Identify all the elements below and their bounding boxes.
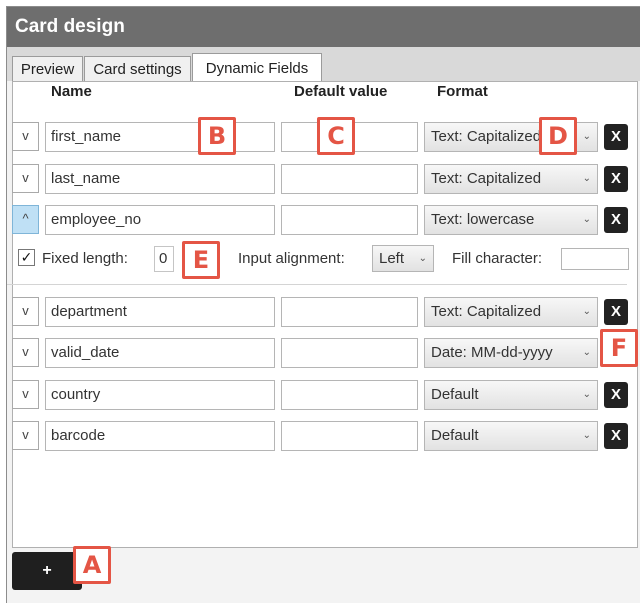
field-row: v department Text: Capitalized ⌄ X xyxy=(0,297,640,329)
field-row: v country Default ⌄ X xyxy=(0,380,640,412)
field-row: v valid_date Date: MM-dd-yyyy⌄ X xyxy=(0,338,640,370)
chevron-down-icon: ⌄ xyxy=(582,347,591,358)
format-select[interactable]: Text: Capitalized ⌄ xyxy=(424,297,598,327)
chevron-down-icon: ⌄ xyxy=(582,389,591,400)
callout-c: C xyxy=(317,117,355,155)
fixed-length-checkbox[interactable]: ✓ xyxy=(18,249,35,266)
expand-toggle-button[interactable]: v xyxy=(12,380,39,409)
delete-field-button[interactable]: X xyxy=(604,124,628,150)
callout-b: B xyxy=(198,117,236,155)
chevron-down-icon: ⌄ xyxy=(582,214,591,225)
format-select-value: Default xyxy=(431,427,479,444)
field-row: ^ employee_no Text: lowercase ⌄ X xyxy=(0,205,640,237)
field-name-input[interactable]: last_name xyxy=(45,164,275,194)
delete-field-button[interactable]: X xyxy=(604,166,628,192)
field-name-input[interactable]: barcode xyxy=(45,421,275,451)
default-value-input[interactable] xyxy=(281,421,418,451)
format-select-value: Text: Capitalized xyxy=(431,128,542,145)
callout-f: F xyxy=(600,329,638,367)
fixed-length-input[interactable]: 0 xyxy=(154,246,174,272)
fill-character-input[interactable] xyxy=(561,248,629,270)
expand-toggle-button[interactable]: v xyxy=(12,338,39,367)
expand-toggle-button[interactable]: v xyxy=(12,297,39,326)
format-select-value: Default xyxy=(431,386,479,403)
format-select[interactable]: Date: MM-dd-yyyy ⌄ xyxy=(424,338,598,368)
format-select[interactable]: Text: lowercase ⌄ xyxy=(424,205,598,235)
section-divider xyxy=(7,284,627,285)
format-select[interactable]: Text: Capitalized ⌄ xyxy=(424,164,598,194)
callout-d: D xyxy=(539,117,577,155)
fill-character-label: Fill character: xyxy=(452,250,543,267)
field-options-row: ✓ Fixed length: 0 Input alignment: Left ⌄… xyxy=(0,244,640,276)
field-row: v barcode Default ⌄ X xyxy=(0,421,640,453)
field-name-input[interactable]: department xyxy=(45,297,275,327)
chevron-down-icon: ⌄ xyxy=(582,306,591,317)
delete-field-button[interactable]: X xyxy=(604,382,628,408)
field-row: v last_name Text: Capitalized ⌄ X xyxy=(0,164,640,196)
format-select-value: Date: MM-dd-yyyy xyxy=(431,344,553,361)
format-select[interactable]: Default ⌄ xyxy=(424,421,598,451)
input-alignment-select[interactable]: Left ⌄ xyxy=(372,245,434,272)
expand-toggle-button[interactable]: v xyxy=(12,164,39,193)
collapse-toggle-button[interactable]: ^ xyxy=(12,205,39,234)
callout-e: E xyxy=(182,241,220,279)
tab-bar: Preview Card settings Dynamic Fields xyxy=(7,47,640,82)
format-select-value: Text: Capitalized xyxy=(431,170,542,187)
default-value-input[interactable] xyxy=(281,338,418,368)
field-name-input[interactable]: valid_date xyxy=(45,338,275,368)
tab-card-settings[interactable]: Card settings xyxy=(84,56,191,81)
add-field-button[interactable]: + xyxy=(12,552,82,590)
chevron-down-icon: ⌄ xyxy=(582,430,591,441)
field-name-input[interactable]: country xyxy=(45,380,275,410)
expand-toggle-button[interactable]: v xyxy=(12,122,39,151)
default-value-input[interactable] xyxy=(281,205,418,235)
default-value-input[interactable] xyxy=(281,380,418,410)
field-name-input[interactable]: first_name xyxy=(45,122,275,152)
tab-preview[interactable]: Preview xyxy=(12,56,83,81)
chevron-down-icon: ⌄ xyxy=(582,131,591,142)
column-header-default-value: Default value xyxy=(294,83,388,100)
delete-field-button[interactable]: X xyxy=(604,299,628,325)
format-select[interactable]: Default ⌄ xyxy=(424,380,598,410)
delete-field-button[interactable]: X xyxy=(604,207,628,233)
callout-a: A xyxy=(73,546,111,584)
column-header-format: Format xyxy=(437,83,488,100)
field-name-input[interactable]: employee_no xyxy=(45,205,275,235)
fixed-length-label: Fixed length: xyxy=(42,250,128,267)
window-title: Card design xyxy=(7,7,640,47)
expand-toggle-button[interactable]: v xyxy=(12,421,39,450)
default-value-input[interactable] xyxy=(281,164,418,194)
chevron-down-icon: ⌄ xyxy=(582,173,591,184)
delete-field-button[interactable]: X xyxy=(604,423,628,449)
default-value-input[interactable] xyxy=(281,297,418,327)
input-alignment-value: Left xyxy=(379,250,405,267)
chevron-down-icon: ⌄ xyxy=(418,253,427,264)
column-header-name: Name xyxy=(51,83,92,100)
format-select-value: Text: Capitalized xyxy=(431,303,542,320)
tab-dynamic-fields[interactable]: Dynamic Fields xyxy=(192,53,322,82)
input-alignment-label: Input alignment: xyxy=(238,250,345,267)
format-select-value: Text: lowercase xyxy=(431,211,535,228)
